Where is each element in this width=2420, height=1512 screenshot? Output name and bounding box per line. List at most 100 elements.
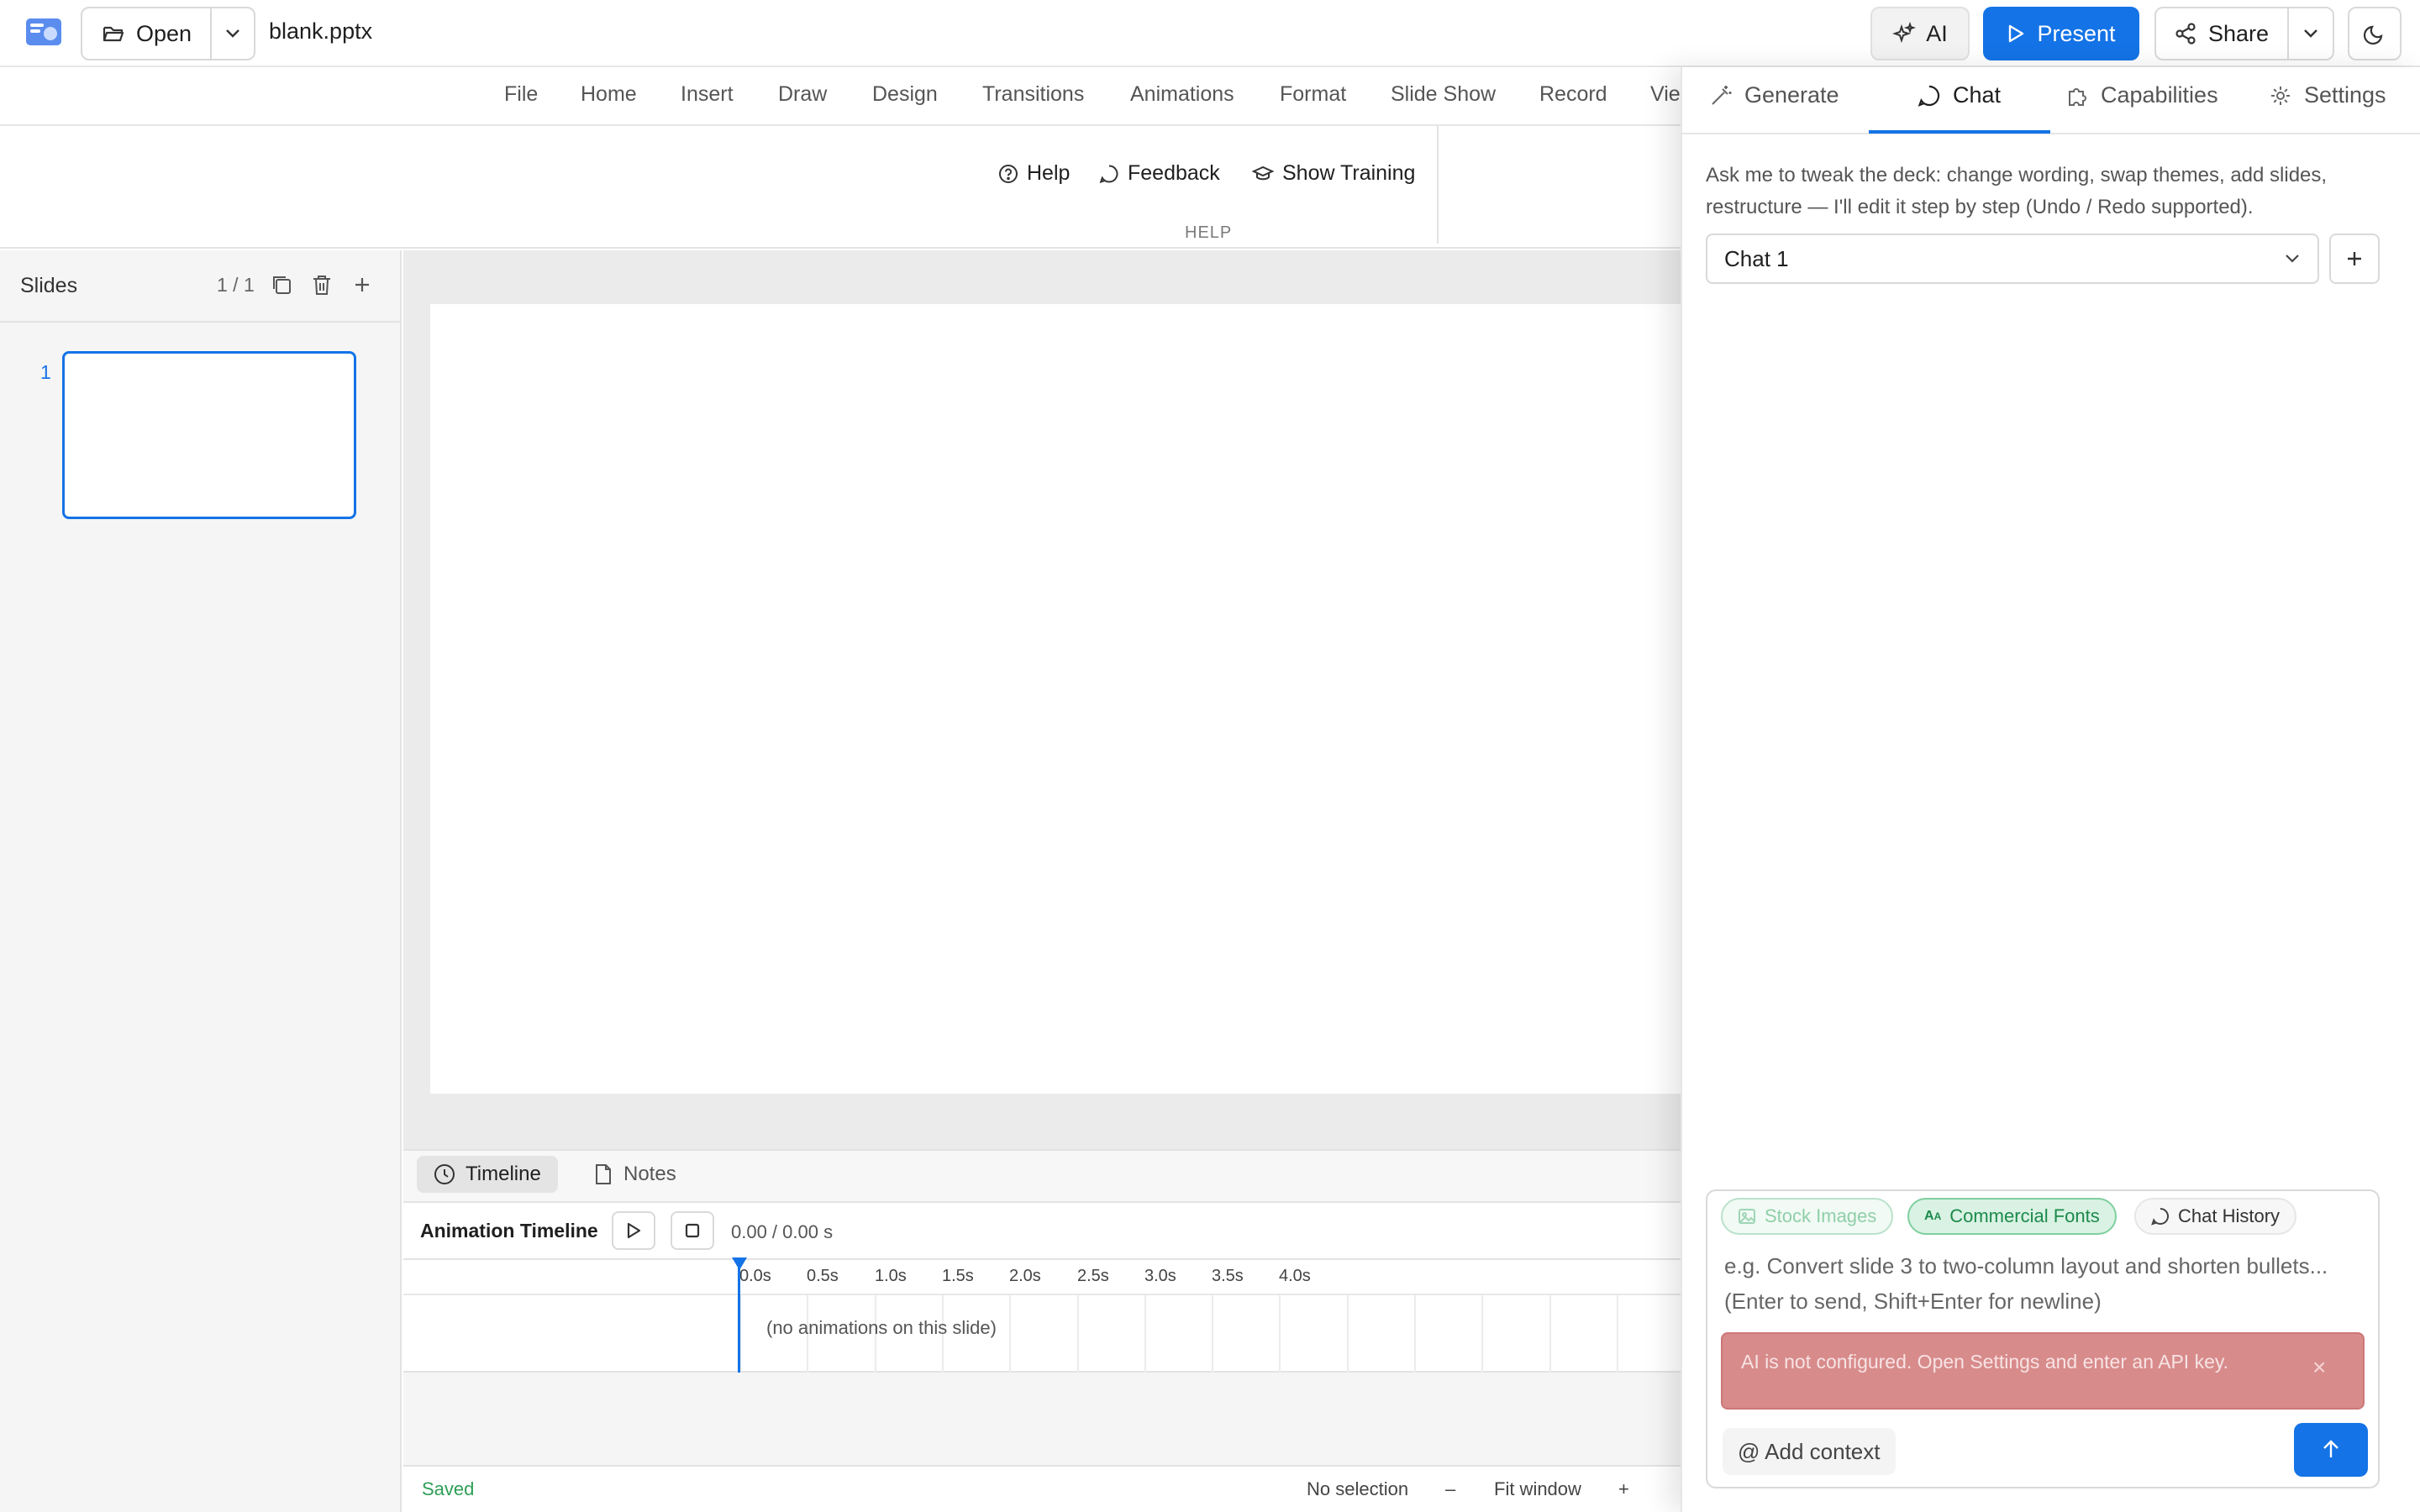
ai-tab-chat-label: Chat: [1953, 82, 2002, 108]
show-training-label: Show Training: [1282, 161, 1416, 185]
puzzle-icon: [2065, 84, 2089, 108]
folder-open-icon: [103, 24, 124, 43]
share-dropdown-button[interactable]: [2287, 7, 2334, 60]
tab-format[interactable]: Format: [1280, 82, 1346, 107]
message-circle-icon: [2151, 1207, 2170, 1226]
stock-images-label: Stock Images: [1765, 1205, 1877, 1226]
timeline-time: 0.00 / 0.00 s: [731, 1221, 834, 1242]
tab-timeline-label: Timeline: [466, 1163, 541, 1185]
timeline-playhead[interactable]: [738, 1258, 740, 1373]
tab-notes-label: Notes: [623, 1163, 676, 1185]
plus-icon: [2344, 249, 2365, 269]
stop-timeline-button[interactable]: [671, 1211, 714, 1250]
ai-tabs-border: [1681, 133, 2420, 134]
zoom-in-button[interactable]: +: [1618, 1478, 1629, 1500]
chat-input[interactable]: e.g. Convert slide 3 to two-column layou…: [1724, 1248, 2363, 1319]
timeline-ruler: [403, 1260, 1681, 1295]
chat-history-chip[interactable]: Chat History: [2134, 1198, 2297, 1235]
ribbon-group-label: HELP: [1185, 223, 1233, 242]
tab-record[interactable]: Record: [1539, 82, 1607, 107]
save-status: Saved: [422, 1478, 475, 1499]
help-circle-icon: [998, 164, 1018, 184]
stop-icon: [684, 1222, 701, 1239]
play-icon: [625, 1221, 642, 1240]
tab-home[interactable]: Home: [581, 82, 637, 107]
slide-count: 1 / 1: [217, 274, 255, 296]
add-slide-icon[interactable]: [350, 272, 375, 297]
playhead-handle[interactable]: [731, 1257, 748, 1272]
image-icon: [1738, 1207, 1756, 1226]
tab-slide-show[interactable]: Slide Show: [1391, 82, 1496, 107]
timeline-tick-label: 2.5s: [1077, 1267, 1109, 1285]
chat-history-label: Chat History: [2178, 1205, 2281, 1226]
ai-label: AI: [1926, 20, 1948, 46]
add-context-button[interactable]: @ Add context: [1723, 1428, 1896, 1475]
chat-session-select[interactable]: Chat 1: [1706, 234, 2319, 284]
slide-canvas[interactable]: [430, 304, 1681, 1094]
show-training-button[interactable]: Show Training: [1252, 161, 1415, 186]
timeline-grid-line: [1212, 1295, 1213, 1373]
tab-insert[interactable]: Insert: [681, 82, 734, 107]
close-error-icon[interactable]: ×: [2312, 1354, 2326, 1381]
timeline-empty-message: (no animations on this slide): [766, 1317, 997, 1338]
new-chat-button[interactable]: [2329, 234, 2380, 284]
ai-tab-capabilities-label: Capabilities: [2101, 82, 2218, 108]
share-label: Share: [2207, 20, 2270, 46]
send-button[interactable]: [2294, 1423, 2368, 1477]
ai-intro-text: Ask me to tweak the deck: change wording…: [1706, 164, 2328, 218]
open-dropdown-button[interactable]: [210, 7, 255, 60]
tab-draw[interactable]: Draw: [778, 82, 827, 107]
tab-design[interactable]: Design: [872, 82, 938, 107]
ai-tab-settings[interactable]: Settings: [2269, 82, 2386, 108]
play-timeline-button[interactable]: [612, 1211, 655, 1250]
timeline-grid-line: [1279, 1295, 1281, 1373]
tab-transitions[interactable]: Transitions: [982, 82, 1084, 107]
duplicate-slide-icon[interactable]: [269, 272, 294, 297]
file-icon: [593, 1163, 613, 1185]
timeline-grid-line: [1009, 1295, 1011, 1373]
share-button[interactable]: Share: [2154, 7, 2289, 60]
file-name: blank.pptx: [269, 18, 373, 44]
feedback-button[interactable]: Feedback: [1099, 161, 1220, 186]
timeline-title: Animation Timeline: [420, 1220, 598, 1242]
help-label: Help: [1027, 161, 1071, 185]
timeline-tick-label: 3.0s: [1144, 1267, 1176, 1285]
present-button[interactable]: Present: [1983, 7, 2139, 60]
tab-timeline[interactable]: Timeline: [417, 1156, 558, 1193]
magic-wand-icon: [1709, 84, 1733, 108]
ai-tab-chat[interactable]: Chat: [1918, 82, 2001, 108]
selection-status: No selection: [1307, 1478, 1409, 1499]
app-logo-icon: [25, 17, 62, 47]
stock-images-chip[interactable]: Stock Images: [1721, 1198, 1894, 1235]
graduation-cap-icon: [1252, 164, 1274, 184]
ai-tab-generate[interactable]: Generate: [1709, 82, 1839, 108]
commercial-fonts-chip[interactable]: AA Commercial Fonts: [1907, 1198, 2117, 1235]
timeline-tick-label: 2.0s: [1009, 1267, 1041, 1285]
zoom-fit-button[interactable]: Fit window: [1494, 1478, 1581, 1500]
timeline-empty-area: [403, 1373, 1681, 1465]
ai-tab-capabilities[interactable]: Capabilities: [2065, 82, 2218, 108]
share-icon: [2175, 23, 2196, 45]
message-circle-icon: [1918, 84, 1941, 108]
ribbon-group-divider: [1437, 126, 1439, 244]
timeline-track: [403, 1295, 1681, 1373]
timeline-grid-line: [1481, 1295, 1483, 1373]
timeline-grid-line: [1414, 1295, 1416, 1373]
open-button[interactable]: Open: [81, 7, 212, 60]
active-tab-indicator: [1869, 130, 2050, 134]
ai-button[interactable]: AI: [1870, 7, 1970, 60]
ai-error-banner: AI is not configured. Open Settings and …: [1721, 1332, 2365, 1410]
slide-thumbnail[interactable]: [62, 351, 356, 519]
slide-number: 1: [40, 361, 51, 383]
delete-slide-icon[interactable]: [309, 272, 334, 297]
tab-animations[interactable]: Animations: [1130, 82, 1234, 107]
zoom-out-button[interactable]: –: [1445, 1478, 1455, 1500]
tab-file[interactable]: File: [504, 82, 538, 107]
ai-tab-generate-label: Generate: [1744, 82, 1839, 108]
tab-notes[interactable]: Notes: [576, 1156, 693, 1193]
tab-view[interactable]: Vie: [1650, 82, 1681, 107]
help-button[interactable]: Help: [998, 161, 1070, 186]
dark-mode-toggle[interactable]: [2348, 7, 2402, 60]
timeline-grid-line: [1077, 1295, 1079, 1373]
chat-session-value: Chat 1: [1724, 245, 1789, 271]
